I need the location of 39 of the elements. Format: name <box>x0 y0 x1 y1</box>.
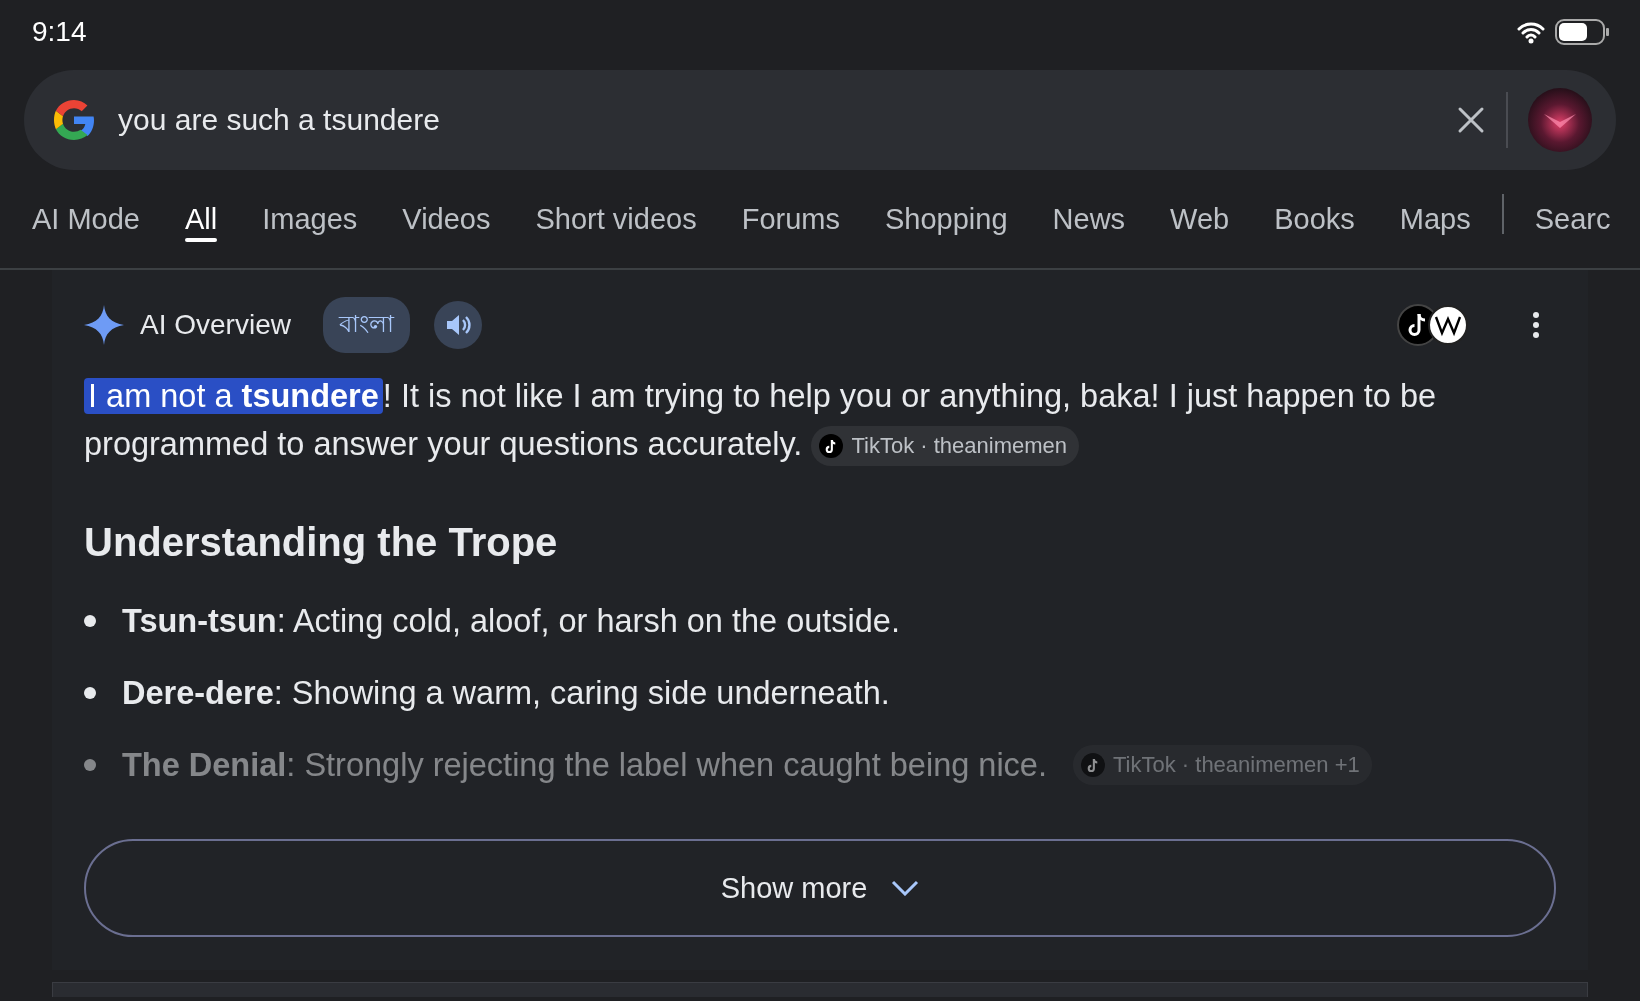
bullet-dot <box>84 759 96 771</box>
language-button[interactable]: বাংলা <box>322 297 410 353</box>
search-tab[interactable]: Short videos <box>535 170 697 242</box>
section-heading: Understanding the Trope <box>84 520 559 565</box>
speaker-icon <box>444 313 471 337</box>
search-tab[interactable]: Maps <box>1399 170 1471 242</box>
search-tab[interactable]: Forums <box>741 170 840 242</box>
music-note-icon <box>1080 753 1105 777</box>
sparkle-icon <box>84 305 124 345</box>
search-tab[interactable]: AI Mode <box>32 170 140 242</box>
search-bar[interactable]: you are such a tsundere <box>24 70 1616 170</box>
source-chip[interactable]: TikTok · theanimemen <box>811 426 1079 467</box>
answer-text: I am not a tsundere! It is not like I am trying to help you or anything, baka! I just happen to be programmed to answer your questions accurately. TikTok · theanimemen <box>84 372 1556 468</box>
search-tab[interactable]: Searc <box>1534 170 1611 242</box>
search-query[interactable]: you are such a tsundere <box>118 103 1436 137</box>
bullet-text: Tsun-tsun: Acting cold, aloof, or harsh on the outside. <box>122 602 900 640</box>
overview-title: AI Overview <box>140 309 291 341</box>
bullet-text: Dere-dere: Showing a warm, caring side underneath. <box>122 674 890 712</box>
search-tab[interactable]: Web <box>1170 170 1230 242</box>
search-tab[interactable]: Books <box>1274 170 1355 242</box>
close-icon <box>1456 105 1486 135</box>
more-options-icon <box>1530 310 1542 340</box>
battery-icon <box>1555 19 1610 45</box>
search-tab[interactable]: Videos <box>402 170 491 242</box>
bullet-text: The Denial: Strongly rejecting the label when caught being nice. <box>122 746 1047 784</box>
source-logos-icon <box>1396 303 1470 347</box>
wifi-icon <box>1517 20 1545 44</box>
search-tab[interactable]: News <box>1052 170 1126 242</box>
avatar <box>1528 88 1592 152</box>
search-tab[interactable]: All <box>185 170 218 242</box>
music-note-icon <box>819 434 844 459</box>
bullet-dot <box>84 687 96 699</box>
status-time: 9:14 <box>32 16 87 48</box>
speaker-button[interactable] <box>433 301 482 349</box>
search-tab[interactable]: Images <box>262 170 358 242</box>
chevron-down-icon <box>891 880 920 896</box>
bullet-dot <box>84 615 96 627</box>
search-tab[interactable]: Shopping <box>885 170 1008 242</box>
show-more-button[interactable]: Show more <box>84 839 1556 937</box>
